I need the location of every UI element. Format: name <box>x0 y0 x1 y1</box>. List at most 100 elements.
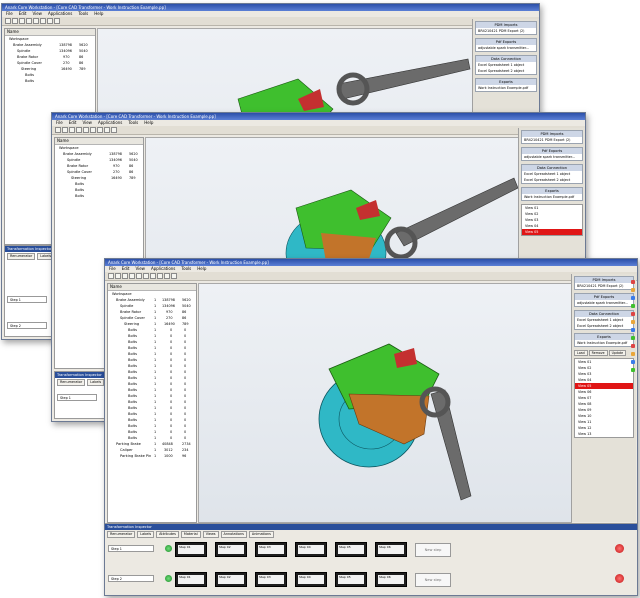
tab-labels[interactable]: Labels <box>137 531 155 538</box>
app-icon[interactable] <box>631 304 635 308</box>
toolbar-button[interactable] <box>115 273 121 279</box>
toolbar-button[interactable] <box>47 18 53 24</box>
menu-tools[interactable]: Tools <box>181 266 191 272</box>
menu-tools[interactable]: Tools <box>128 120 138 126</box>
3d-viewport[interactable] <box>198 283 572 523</box>
menu-help[interactable]: Help <box>197 266 206 272</box>
step-thumbnail[interactable]: Step 03 <box>255 572 287 587</box>
menu-file[interactable]: File <box>56 120 63 126</box>
pdf-item[interactable]: adjustable spark transmitter... <box>522 154 582 160</box>
toolbar-button[interactable] <box>164 273 170 279</box>
toolbar-button[interactable] <box>150 273 156 279</box>
view-item[interactable]: View 13 <box>575 431 633 437</box>
toolbar-button[interactable] <box>62 127 68 133</box>
export-item[interactable]: Work Instruction Example.pdf <box>476 85 536 91</box>
app-icon[interactable] <box>631 296 635 300</box>
menu-view[interactable]: View <box>82 120 92 126</box>
toolbar-button[interactable] <box>55 127 61 133</box>
add-step-button[interactable] <box>165 575 172 582</box>
step-thumbnail[interactable]: Step 05 <box>335 572 367 587</box>
tab-attributes[interactable]: Attributes <box>156 531 179 538</box>
load-button[interactable]: Load <box>574 350 588 356</box>
menu-file[interactable]: File <box>109 266 116 272</box>
toolbar-button[interactable] <box>76 127 82 133</box>
tab-renumerator[interactable]: Renumerator <box>57 379 86 386</box>
toolbar-button[interactable] <box>54 18 60 24</box>
tab-material[interactable]: Material <box>180 531 201 538</box>
tab-views[interactable]: Views <box>202 531 219 538</box>
toolbar-button[interactable] <box>136 273 142 279</box>
toolbar-button[interactable] <box>171 273 177 279</box>
toolbar-button[interactable] <box>97 127 103 133</box>
toolbar-button[interactable] <box>108 273 114 279</box>
data-item[interactable]: Excel Spreadsheet 2 object <box>575 323 633 329</box>
step-row-2-field[interactable]: Step 2 <box>108 575 154 582</box>
menu-help[interactable]: Help <box>94 11 103 17</box>
step-thumbnail[interactable]: Step 03 <box>255 542 287 557</box>
app-icon[interactable] <box>631 344 635 348</box>
pdm-item[interactable]: BR4210421 PDM Export (2) <box>575 283 633 289</box>
tree-row[interactable]: Bolts <box>55 193 143 199</box>
menu-edit[interactable]: Edit <box>69 120 77 126</box>
app-icon[interactable] <box>631 328 635 332</box>
view-item-selected[interactable]: View 05 <box>522 229 582 235</box>
step-thumbnail[interactable]: Step 02 <box>215 572 247 587</box>
app-icon[interactable] <box>631 368 635 372</box>
remove-button[interactable]: Remove <box>588 350 608 356</box>
menu-applications[interactable]: Applications <box>151 266 175 272</box>
tab-renumerator[interactable]: Renumerator <box>107 531 136 538</box>
toolbar-button[interactable] <box>5 18 11 24</box>
tab-annotations[interactable]: Annotations <box>220 531 247 538</box>
step-thumbnail[interactable]: Step 01 <box>175 572 207 587</box>
delete-step-button[interactable] <box>615 544 624 553</box>
step-thumbnail[interactable]: Step 06 <box>375 572 407 587</box>
step-thumbnail[interactable]: Step 01 <box>175 542 207 557</box>
toolbar-button[interactable] <box>111 127 117 133</box>
export-item[interactable]: Work Instruction Example.pdf <box>575 340 633 346</box>
new-step-button[interactable]: New step <box>415 543 451 557</box>
step-field[interactable]: Step 2 <box>7 322 47 329</box>
toolbar-button[interactable] <box>26 18 32 24</box>
toolbar-button[interactable] <box>143 273 149 279</box>
app-icon[interactable] <box>631 352 635 356</box>
toolbar-button[interactable] <box>19 18 25 24</box>
app-icon[interactable] <box>631 288 635 292</box>
menu-view[interactable]: View <box>135 266 145 272</box>
tab-labels[interactable]: Labels <box>87 379 105 386</box>
data-item[interactable]: Excel Spreadsheet 2 object <box>522 177 582 183</box>
step-row-1-field[interactable]: Step 1 <box>108 545 154 552</box>
step-thumbnail[interactable]: Step 04 <box>295 542 327 557</box>
step-thumbnail[interactable]: Step 06 <box>375 542 407 557</box>
tab-animations[interactable]: Animations <box>248 531 274 538</box>
menu-file[interactable]: File <box>6 11 13 17</box>
toolbar-button[interactable] <box>12 18 18 24</box>
toolbar-button[interactable] <box>90 127 96 133</box>
menu-applications[interactable]: Applications <box>98 120 122 126</box>
step-thumbnail[interactable]: Step 05 <box>335 542 367 557</box>
step-field[interactable]: Step 1 <box>7 296 47 303</box>
menu-help[interactable]: Help <box>144 120 153 126</box>
export-item[interactable]: Work Instruction Example.pdf <box>522 194 582 200</box>
add-step-button[interactable] <box>165 545 172 552</box>
toolbar-button[interactable] <box>104 127 110 133</box>
step-thumbnail[interactable]: Step 02 <box>215 542 247 557</box>
menu-edit[interactable]: Edit <box>19 11 27 17</box>
toolbar-button[interactable] <box>83 127 89 133</box>
tree-row[interactable]: Bolts <box>5 78 95 84</box>
app-icon[interactable] <box>631 360 635 364</box>
toolbar-button[interactable] <box>157 273 163 279</box>
update-button[interactable]: Update <box>608 350 627 356</box>
toolbar-button[interactable] <box>122 273 128 279</box>
tab-renumerator[interactable]: Renumerator <box>7 253 36 260</box>
pdm-item[interactable]: BR4210421 PDM Export (2) <box>522 137 582 143</box>
step-thumbnail[interactable]: Step 04 <box>295 572 327 587</box>
app-icon[interactable] <box>631 320 635 324</box>
tree-row[interactable]: Parking Brake Pin 1 1000 96 <box>108 453 196 459</box>
pdf-item[interactable]: adjustable spark transmitter... <box>575 300 633 306</box>
data-item[interactable]: Excel Spreadsheet 2 object <box>476 68 536 74</box>
delete-step-button[interactable] <box>615 574 624 583</box>
new-step-button[interactable]: New step <box>415 573 451 587</box>
app-icon[interactable] <box>631 336 635 340</box>
toolbar-button[interactable] <box>33 18 39 24</box>
pdf-item[interactable]: adjustable spark transmitter... <box>476 45 536 51</box>
